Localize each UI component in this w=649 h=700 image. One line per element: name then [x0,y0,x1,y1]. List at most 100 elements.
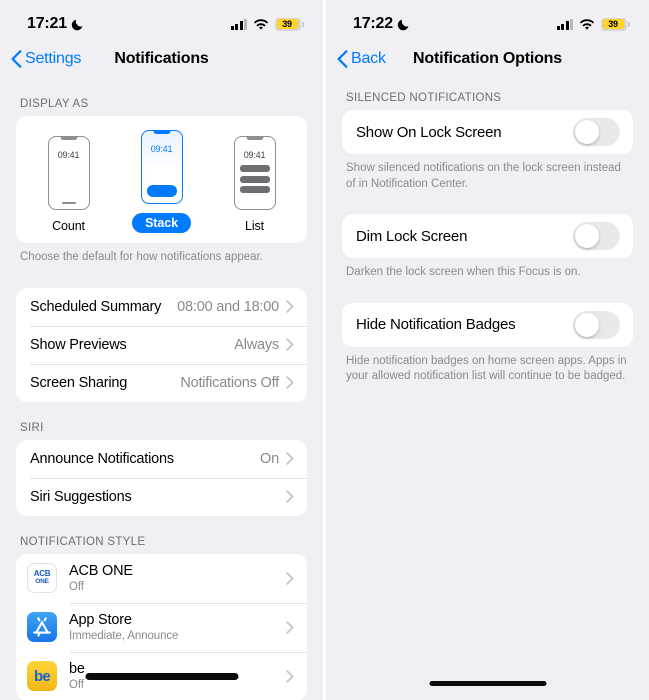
phone-preview-time: 09:41 [150,144,173,154]
notification-options-content: SILENCED NOTIFICATIONS Show On Lock Scre… [326,78,649,385]
display-as-footnote: Choose the default for how notifications… [20,251,263,263]
row-title: Screen Sharing [30,374,128,391]
row-siri-suggestions[interactable]: Siri Suggestions [16,477,307,516]
status-bar-right-group: 39 [556,17,630,31]
home-indicator[interactable] [85,673,238,680]
home-indicator[interactable] [429,681,546,686]
phone-preview-time: 09:41 [243,150,266,160]
toggle-knob [575,312,599,337]
battery-indicator: 39 [601,17,630,31]
battery-fill: 39 [276,19,298,29]
row-value: 08:00 and 18:00 [177,298,279,315]
phone-count-bar [61,201,76,204]
dual-screenshot-container: 17:21 39 Settings Notifications DISPLAY … [0,0,649,700]
display-as-option-count[interactable]: 09:41 Count [29,136,109,233]
battery-percent: 39 [608,19,618,29]
display-as-card: 09:41 Count 09:41 Stack 09:41 List [16,116,307,243]
cellular-signal-icon [230,18,247,30]
display-as-option-stack[interactable]: 09:41 Stack [122,130,202,233]
chevron-left-icon [337,50,348,68]
app-status: Immediate, Announce [69,630,179,643]
display-as-options: 09:41 Count 09:41 Stack 09:41 List [22,130,301,233]
notification-options-screen: 17:22 39 Back Notification Options SILEN… [326,0,649,700]
notifications-content: DISPLAY AS 09:41 Count 09:41 Stack 09:41… [0,78,323,700]
phone-preview-time: 09:41 [57,150,80,160]
app-row-app-store[interactable]: App Store Immediate, Announce [16,602,307,652]
acb-icon-line1: ACB [33,569,51,579]
row-scheduled-summary[interactable]: Scheduled Summary 08:00 and 18:00 [16,288,307,326]
status-bar-time: 17:21 [27,15,67,32]
back-button[interactable]: Back [326,50,386,68]
row-show-on-lock-screen[interactable]: Show On Lock Screen [342,110,633,154]
crescent-moon-icon [397,17,411,31]
row-dim-lock-screen[interactable]: Dim Lock Screen [342,214,633,258]
notification-style-section-header: NOTIFICATION STYLE [20,535,146,548]
phone-stack-block [146,185,177,197]
app-text: App Store Immediate, Announce [69,612,286,642]
status-bar-left-group: 17:21 [27,15,85,33]
wifi-icon [579,18,595,30]
row-title: Show On Lock Screen [356,123,502,141]
show-on-lock-screen-toggle[interactable] [573,118,620,146]
app-row-acb-one[interactable]: ACB ONE ACB ONE Off [16,554,307,603]
phone-notch [60,136,77,140]
show-on-lock-screen-footnote: Show silenced notifications on the lock … [346,162,621,190]
row-title: Show Previews [30,336,127,353]
row-announce-notifications[interactable]: Announce Notifications On [16,440,307,478]
app-name: ACB ONE [69,563,133,580]
phone-notch [153,130,170,134]
display-as-option-list[interactable]: 09:41 List [215,136,295,233]
toggle-knob [575,120,599,144]
acb-icon-line2: ONE [35,578,49,586]
chevron-right-icon [286,376,294,389]
app-status: Off [69,581,84,594]
phone-list-bar [239,165,270,172]
hide-notification-badges-footnote: Hide notification badges on home screen … [346,354,627,383]
phone-notch [246,136,263,140]
status-bar-left: 17:21 39 [0,0,323,40]
row-show-previews[interactable]: Show Previews Always [16,325,307,364]
show-on-lock-screen-card: Show On Lock Screen [342,110,633,154]
siri-section-header: SIRI [20,421,44,434]
display-as-label-list: List [244,219,265,233]
row-title: Siri Suggestions [30,488,132,505]
toggle-knob [575,224,599,249]
display-as-label-stack: Stack [132,213,191,233]
row-screen-sharing[interactable]: Screen Sharing Notifications Off [16,363,307,402]
row-value: Always [234,336,279,353]
crescent-moon-icon [71,17,85,31]
siri-card: Announce Notifications On Siri Suggestio… [16,439,307,516]
be-icon-text: be [34,667,51,685]
acb-one-app-icon: ACB ONE [27,563,57,594]
hide-notification-badges-card: Hide Notification Badges [342,302,633,347]
row-value: On [260,450,279,467]
chevron-left-icon [11,50,22,68]
row-title: Dim Lock Screen [356,227,468,245]
battery-percent: 39 [282,19,292,29]
back-button-settings[interactable]: Settings [0,50,81,68]
be-app-icon: be [27,661,57,692]
app-name: App Store [69,612,132,629]
chevron-right-icon [286,490,294,503]
status-bar-right: 17:22 39 [326,0,649,40]
phone-list-bar [239,186,270,193]
dim-lock-screen-footnote: Darken the lock screen when this Focus i… [346,266,581,279]
dim-lock-screen-toggle[interactable] [573,222,620,251]
chevron-right-icon [286,452,294,465]
navigation-bar-left: Settings Notifications [0,40,323,78]
back-button-label: Settings [25,50,82,67]
general-settings-card: Scheduled Summary 08:00 and 18:00 Show P… [16,287,307,402]
phone-preview-list: 09:41 [233,136,276,210]
row-hide-notification-badges[interactable]: Hide Notification Badges [342,303,633,347]
silenced-notifications-section-header: SILENCED NOTIFICATIONS [346,92,502,104]
hide-notification-badges-toggle[interactable] [573,310,620,339]
navigation-bar-right: Back Notification Options [326,40,649,78]
battery-fill: 39 [602,19,624,29]
phone-list-bar [239,175,270,183]
status-bar-right-group: 39 [230,17,304,31]
app-store-app-icon [27,612,57,643]
back-button-label: Back [351,50,386,67]
